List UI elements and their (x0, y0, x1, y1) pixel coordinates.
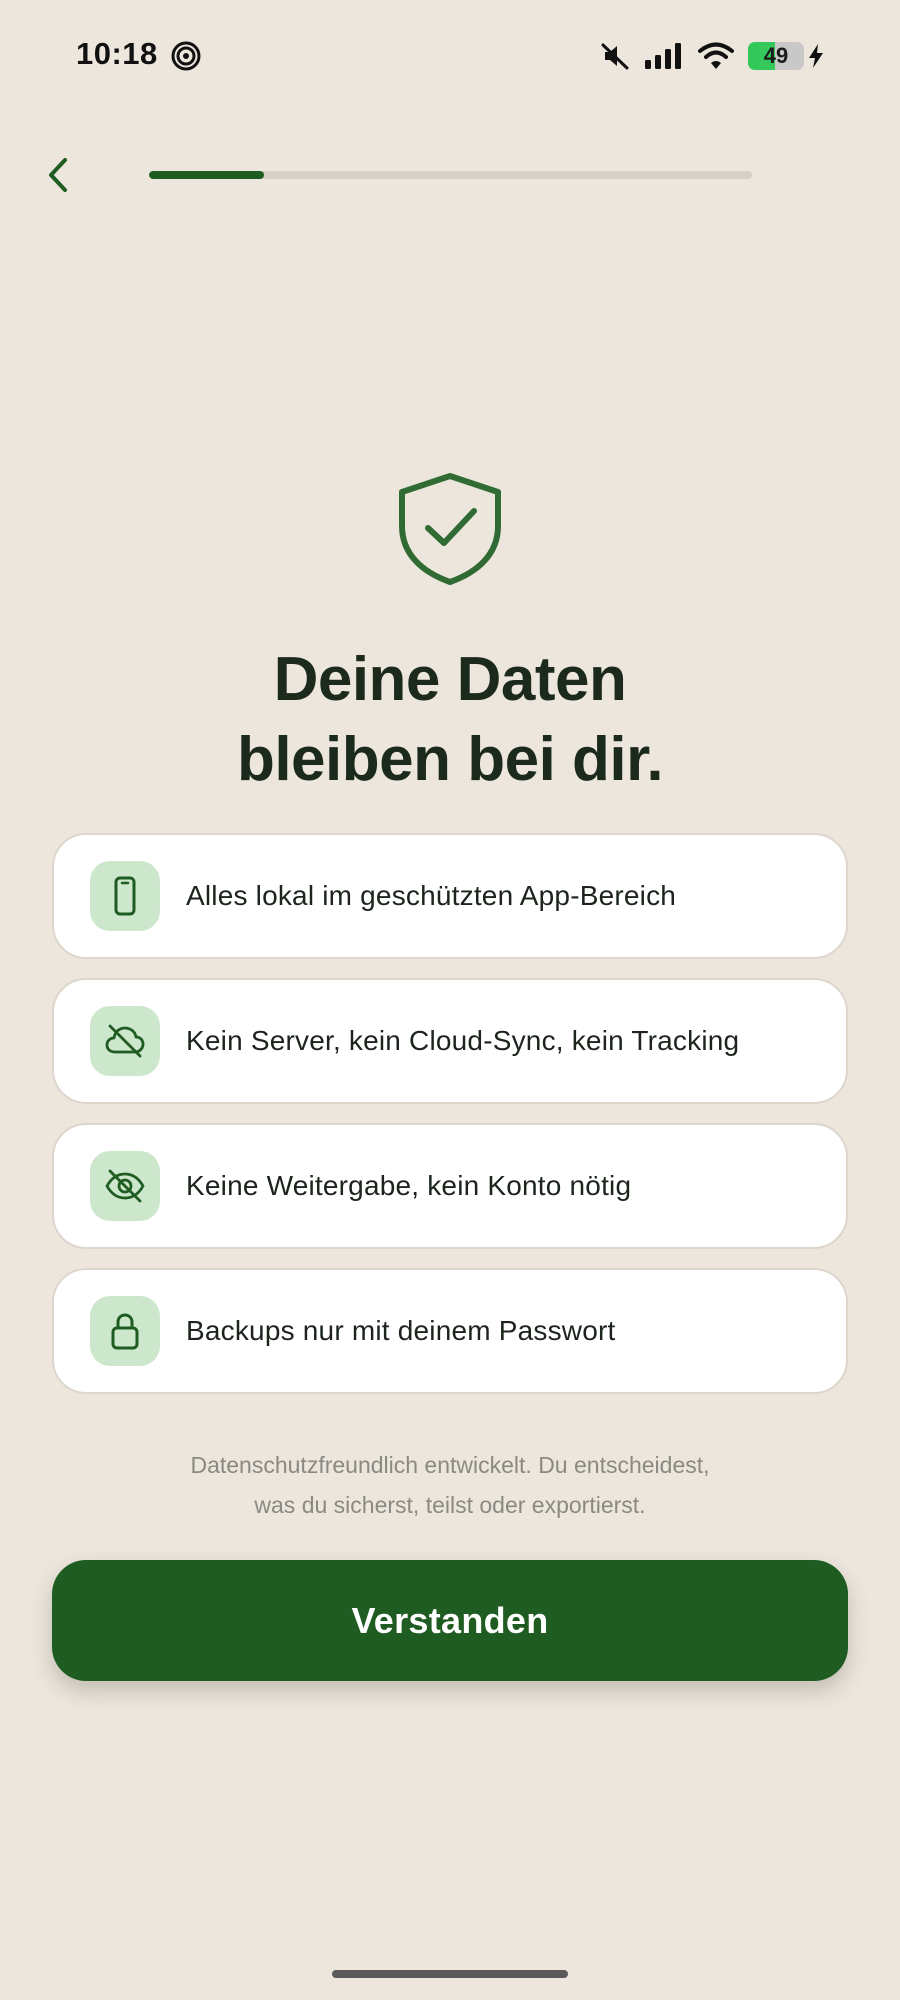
feature-card-local: Alles lokal im geschützten App-Bereich (52, 833, 848, 959)
privacy-note-line-1: Datenschutzfreundlich entwickelt. Du ent… (190, 1452, 710, 1478)
feature-icon-tile (90, 1006, 160, 1076)
feature-text: Keine Weitergabe, kein Konto nötig (186, 1170, 632, 1201)
signal-icon (645, 43, 681, 69)
feature-list: Alles lokal im geschützten App-Bereich K… (52, 833, 848, 1413)
wifi-icon (698, 42, 734, 69)
feature-icon-tile (90, 1151, 160, 1221)
eye-off-icon (105, 1169, 145, 1203)
home-indicator[interactable] (332, 1970, 568, 1978)
feature-text: Alles lokal im geschützten App-Bereich (186, 880, 677, 911)
chevron-left-icon (49, 158, 67, 192)
back-button[interactable] (34, 148, 82, 202)
smartphone-icon (114, 876, 136, 916)
status-time: 10:18 (76, 36, 158, 71)
status-bar: 10:18 49 (0, 0, 900, 110)
privacy-note-line-2: was du sicherst, teilst oder exportierst… (254, 1492, 646, 1518)
status-icons: 49 (600, 38, 824, 74)
shield-check-icon (399, 473, 501, 585)
privacy-note: Datenschutzfreundlich entwickelt. Du ent… (0, 1445, 900, 1525)
mute-icon (601, 43, 629, 70)
title-line-1: Deine Daten (273, 645, 627, 714)
cloud-off-icon (105, 1024, 145, 1058)
battery-icon: 49 (748, 42, 804, 70)
feature-card-no-cloud: Kein Server, kein Cloud-Sync, kein Track… (52, 978, 848, 1104)
spiral-icon (171, 41, 201, 71)
understood-button[interactable]: Verstanden (52, 1560, 848, 1681)
charging-icon (809, 44, 823, 68)
onboarding-progress (149, 171, 752, 179)
progress-fill (149, 171, 264, 179)
page-title: Deine Daten bleiben bei dir. (0, 640, 900, 800)
feature-text: Backups nur mit deinem Passwort (186, 1315, 616, 1346)
battery-percent: 49 (763, 43, 789, 68)
feature-card-backup: Backups nur mit deinem Passwort (52, 1268, 848, 1394)
lock-icon (111, 1313, 139, 1350)
feature-icon-tile (90, 1296, 160, 1366)
feature-text: Kein Server, kein Cloud-Sync, kein Track… (186, 1025, 740, 1056)
title-line-2: bleiben bei dir. (236, 725, 664, 794)
feature-icon-tile (90, 861, 160, 931)
onboarding-screen: 10:18 49 Deine Daten bleiben bei dir. Al… (0, 0, 900, 2000)
feature-card-no-sharing: Keine Weitergabe, kein Konto nötig (52, 1123, 848, 1249)
